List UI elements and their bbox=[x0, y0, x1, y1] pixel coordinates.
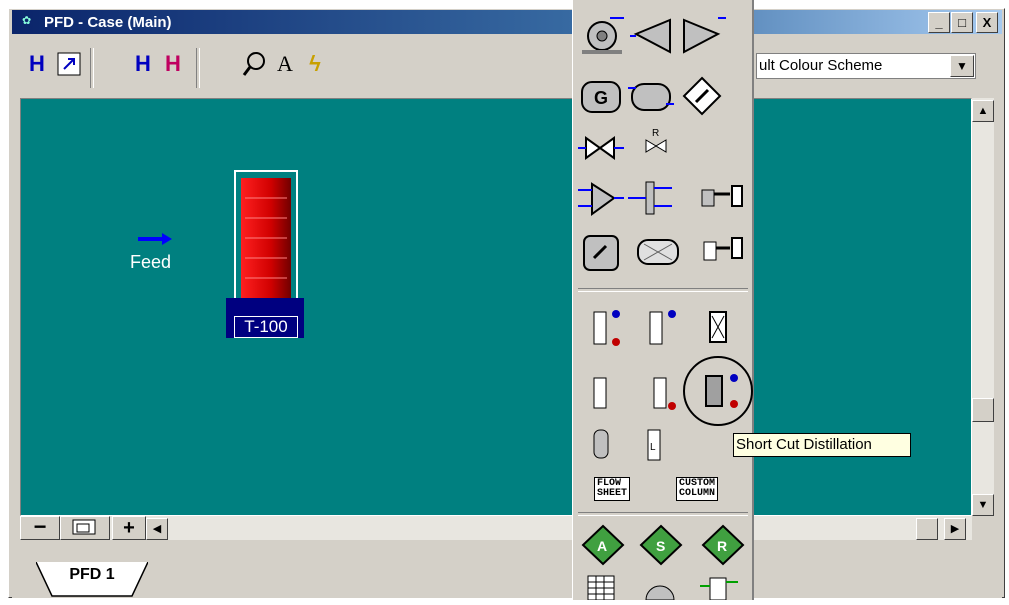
set-letter: S bbox=[656, 538, 665, 554]
adjust-letter: A bbox=[597, 538, 607, 554]
column-absorber-icon[interactable] bbox=[636, 304, 682, 348]
palette-separator bbox=[578, 512, 748, 516]
window-title: PFD - Case (Main) bbox=[44, 14, 172, 31]
valve-icon[interactable] bbox=[578, 126, 624, 170]
component-splitter-icon[interactable] bbox=[700, 176, 746, 220]
palette-separator bbox=[578, 288, 748, 292]
svg-text:L: L bbox=[650, 442, 656, 453]
app-icon: ✿ bbox=[22, 15, 32, 27]
distillation-column-icon[interactable] bbox=[241, 178, 291, 298]
tooltip: Short Cut Distillation bbox=[733, 433, 911, 457]
recycle-letter: R bbox=[717, 538, 727, 554]
close-button[interactable]: X bbox=[976, 12, 998, 33]
set-icon[interactable] bbox=[680, 74, 726, 118]
minimize-button[interactable]: _ bbox=[928, 12, 950, 33]
refluxed-absorber-icon[interactable] bbox=[640, 368, 686, 412]
mixer-icon[interactable] bbox=[578, 176, 624, 220]
tee-icon[interactable] bbox=[628, 176, 674, 220]
column-label[interactable]: T-100 bbox=[234, 316, 298, 338]
compressor-icon[interactable] bbox=[630, 12, 676, 56]
component-splitter-column-icon[interactable] bbox=[698, 304, 744, 348]
adjust-icon[interactable]: A bbox=[580, 524, 626, 566]
pump-icon[interactable] bbox=[580, 12, 626, 56]
tab-strip bbox=[12, 540, 1002, 598]
zoom-fit-icon[interactable] bbox=[54, 44, 84, 84]
balance-icon[interactable] bbox=[640, 576, 680, 601]
toolbar-separator bbox=[90, 48, 94, 88]
zoom-out-button[interactable]: − bbox=[20, 516, 60, 540]
scroll-right-icon[interactable]: ▶ bbox=[944, 518, 966, 540]
relief-valve-icon[interactable]: R bbox=[636, 122, 682, 166]
zoom-search-icon[interactable] bbox=[240, 44, 270, 84]
text-tool-icon[interactable]: A bbox=[270, 44, 300, 84]
tab-pfd-1[interactable]: PFD 1 bbox=[35, 561, 149, 598]
recycle-block-icon[interactable] bbox=[700, 572, 740, 601]
lightning-icon[interactable]: ϟ bbox=[300, 44, 330, 84]
heat-exchanger-icon[interactable] bbox=[628, 74, 674, 118]
chevron-down-icon[interactable]: ▼ bbox=[950, 55, 974, 77]
custom-column-button[interactable]: CUSTOM COLUMN bbox=[676, 477, 719, 501]
expander-icon[interactable] bbox=[680, 12, 726, 56]
column-reboiler-icon[interactable] bbox=[580, 304, 626, 348]
zoom-fit-button[interactable] bbox=[60, 516, 110, 540]
vertical-scroll-thumb[interactable] bbox=[972, 398, 994, 422]
break-connection-icon[interactable]: H bbox=[158, 44, 188, 84]
feed-arrow-icon[interactable] bbox=[136, 232, 176, 251]
liquid-liquid-extractor-icon[interactable]: L bbox=[634, 422, 680, 466]
three-phase-column-icon[interactable] bbox=[580, 422, 626, 466]
scroll-up-icon[interactable]: ▲ bbox=[972, 100, 994, 122]
reactor-icon[interactable] bbox=[580, 228, 626, 272]
flowsheet-button[interactable]: FLOW SHEET bbox=[594, 477, 631, 501]
horizontal-scroll-thumb[interactable] bbox=[916, 518, 938, 540]
conversion-reactor-icon[interactable] bbox=[700, 228, 746, 272]
short-cut-distillation-icon[interactable] bbox=[696, 368, 742, 412]
scroll-left-icon[interactable]: ◀ bbox=[146, 518, 168, 540]
feed-label: Feed bbox=[130, 252, 172, 272]
toolbar-separator bbox=[196, 48, 200, 88]
colour-scheme-select[interactable]: ult Colour Scheme bbox=[756, 53, 976, 79]
set-logic-icon[interactable]: S bbox=[638, 524, 684, 566]
generator-letter: G bbox=[594, 88, 608, 108]
absorber-icon[interactable] bbox=[580, 368, 626, 412]
vertical-scrollbar[interactable] bbox=[972, 98, 994, 516]
recycle-icon[interactable]: R bbox=[700, 524, 746, 566]
relief-letter: R bbox=[652, 128, 659, 139]
generator-icon[interactable]: G bbox=[578, 74, 624, 118]
fit-width-icon[interactable]: H bbox=[22, 44, 52, 84]
scroll-down-icon[interactable]: ▼ bbox=[972, 494, 994, 516]
spreadsheet-icon[interactable] bbox=[584, 572, 624, 601]
tab-label: PFD 1 bbox=[69, 566, 115, 583]
plug-flow-reactor-icon[interactable] bbox=[636, 232, 682, 276]
zoom-in-button[interactable]: + bbox=[112, 516, 146, 540]
attach-mode-icon[interactable]: H bbox=[128, 44, 158, 84]
maximize-button[interactable]: □ bbox=[951, 12, 973, 33]
